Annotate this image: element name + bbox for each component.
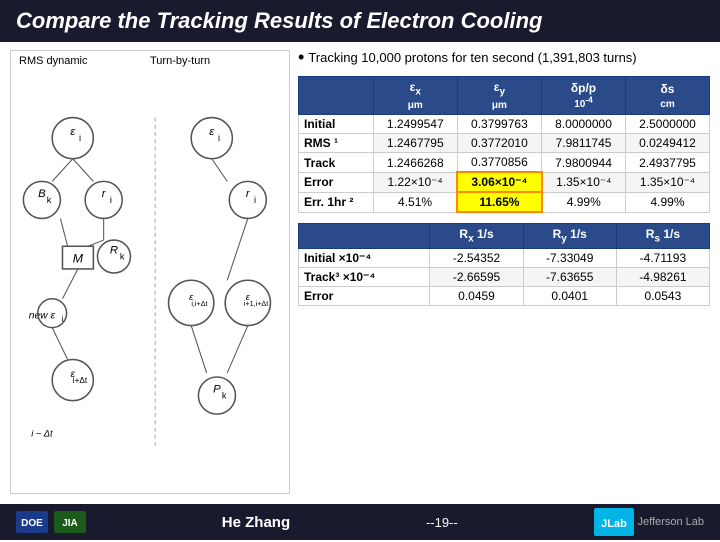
page-title: Compare the Tracking Results of Electron… <box>0 0 720 42</box>
results-table-1: εxμm εyμm δp/p10-4 δscm Initial 1.249954… <box>298 76 710 213</box>
col-header-dp: δp/p10-4 <box>542 77 626 115</box>
cell2-error-ry: 0.0401 <box>523 286 616 305</box>
col-header-ey: εyμm <box>457 77 541 115</box>
col-header-empty <box>299 77 374 115</box>
row-label-track: Track <box>299 153 374 173</box>
svg-text:JLab: JLab <box>601 518 627 530</box>
svg-text:DOE: DOE <box>21 518 43 529</box>
svg-text:i: i <box>254 195 256 205</box>
svg-text:i+Δt: i+Δt <box>73 376 88 385</box>
diagram-svg: ε i B k r i M R k new ε i ε i+Δt <box>11 51 289 493</box>
cell-err1hr-dp: 4.99% <box>542 192 626 212</box>
svg-text:P: P <box>213 383 221 395</box>
jlab-logo: JLab Jefferson Lab <box>594 508 704 536</box>
svg-text:JIA: JIA <box>62 518 78 529</box>
col-header-ex: εxμm <box>373 77 457 115</box>
svg-text:i,i+Δt: i,i+Δt <box>191 299 207 308</box>
col2-header-rs: Rs 1/s <box>616 224 709 248</box>
svg-text:M: M <box>73 252 84 266</box>
cell2-initial-rs: -4.71193 <box>616 248 709 267</box>
row2-label-initial: Initial ×10⁻⁴ <box>299 248 430 267</box>
tbt-label: Turn-by-turn <box>150 55 210 67</box>
cell2-track-rs: -4.98261 <box>616 267 709 286</box>
rms-label: RMS dynamic <box>19 55 87 67</box>
row2-label-error: Error <box>299 286 430 305</box>
cell2-error-rs: 0.0543 <box>616 286 709 305</box>
footer-left: DOE JIA <box>16 511 86 533</box>
svg-text:i − Δt: i − Δt <box>31 429 53 439</box>
table-row: Track³ ×10⁻⁴ -2.66595 -7.63655 -4.98261 <box>299 267 710 286</box>
cell-error-ey: 3.06×10⁻⁴ <box>457 172 541 192</box>
table-row: Err. 1hr ² 4.51% 11.65% 4.99% 4.99% <box>299 192 710 212</box>
cell2-track-rx: -2.66595 <box>430 267 523 286</box>
jia-logo-icon: JIA <box>54 511 86 533</box>
cell-rms-ex: 1.2467795 <box>373 134 457 153</box>
svg-text:r: r <box>246 188 251 200</box>
svg-text:r: r <box>102 188 107 200</box>
svg-text:ε: ε <box>209 126 215 138</box>
row-label-initial: Initial <box>299 115 374 134</box>
row2-label-track: Track³ ×10⁻⁴ <box>299 267 430 286</box>
cell2-initial-ry: -7.33049 <box>523 248 616 267</box>
svg-text:ε: ε <box>70 126 76 138</box>
cell2-error-rx: 0.0459 <box>430 286 523 305</box>
svg-text:new ε: new ε <box>29 310 56 321</box>
cell-track-ey: 0.3770856 <box>457 153 541 173</box>
cell-initial-ey: 0.3799763 <box>457 115 541 134</box>
cell-track-ex: 1.2466268 <box>373 153 457 173</box>
row-label-rms: RMS ¹ <box>299 134 374 153</box>
cell-initial-ex: 1.2499547 <box>373 115 457 134</box>
diagram-panel: RMS dynamic Turn-by-turn ε i B k r i M R… <box>10 50 290 494</box>
doe-logo-icon: DOE <box>16 511 48 533</box>
row-label-err1hr: Err. 1hr ² <box>299 192 374 212</box>
results-table-2: Rx 1/s Ry 1/s Rs 1/s Initial ×10⁻⁴ -2.54… <box>298 223 710 305</box>
jlab-full-name: Jefferson Lab <box>638 516 704 528</box>
svg-text:k: k <box>47 195 52 205</box>
table-row: RMS ¹ 1.2467795 0.3772010 7.9811745 0.02… <box>299 134 710 153</box>
svg-text:k: k <box>222 391 227 401</box>
cell-rms-ds: 0.0249412 <box>625 134 709 153</box>
footer-page: --19-- <box>426 515 458 530</box>
cell-err1hr-ex: 4.51% <box>373 192 457 212</box>
cell-track-dp: 7.9800944 <box>542 153 626 173</box>
row-label-error: Error <box>299 172 374 192</box>
footer-presenter: He Zhang <box>222 514 290 531</box>
cell-error-dp: 1.35×10⁻⁴ <box>542 172 626 192</box>
right-panel: • Tracking 10,000 protons for ten second… <box>298 50 710 494</box>
table-row: Error 0.0459 0.0401 0.0543 <box>299 286 710 305</box>
cell-initial-dp: 8.0000000 <box>542 115 626 134</box>
svg-text:R: R <box>110 244 118 256</box>
jlab-icon: JLab <box>594 508 634 536</box>
cell-rms-ey: 0.3772010 <box>457 134 541 153</box>
cell2-initial-rx: -2.54352 <box>430 248 523 267</box>
svg-text:B: B <box>38 188 46 200</box>
cell-initial-ds: 2.5000000 <box>625 115 709 134</box>
svg-text:k: k <box>120 252 125 262</box>
cell-error-ds: 1.35×10⁻⁴ <box>625 172 709 192</box>
cell-err1hr-ey: 11.65% <box>457 192 541 212</box>
svg-text:i: i <box>218 133 220 143</box>
cell-track-ds: 2.4937795 <box>625 153 709 173</box>
svg-text:i: i <box>110 195 112 205</box>
table-row: Track 1.2466268 0.3770856 7.9800944 2.49… <box>299 153 710 173</box>
table-row: Initial 1.2499547 0.3799763 8.0000000 2.… <box>299 115 710 134</box>
cell2-track-ry: -7.63655 <box>523 267 616 286</box>
cell-error-ex: 1.22×10⁻⁴ <box>373 172 457 192</box>
table-row: Initial ×10⁻⁴ -2.54352 -7.33049 -4.71193 <box>299 248 710 267</box>
svg-text:i+1,i+Δt: i+1,i+Δt <box>244 299 268 308</box>
col-header-ds: δscm <box>625 77 709 115</box>
col2-header-empty <box>299 224 430 248</box>
col2-header-rx: Rx 1/s <box>430 224 523 248</box>
table-row: Error 1.22×10⁻⁴ 3.06×10⁻⁴ 1.35×10⁻⁴ 1.35… <box>299 172 710 192</box>
svg-text:i: i <box>79 133 81 143</box>
cell-err1hr-ds: 4.99% <box>625 192 709 212</box>
footer-bar: DOE JIA He Zhang --19-- JLab Jefferson L… <box>0 504 720 540</box>
tracking-description: • Tracking 10,000 protons for ten second… <box>298 50 710 66</box>
col2-header-ry: Ry 1/s <box>523 224 616 248</box>
cell-rms-dp: 7.9811745 <box>542 134 626 153</box>
